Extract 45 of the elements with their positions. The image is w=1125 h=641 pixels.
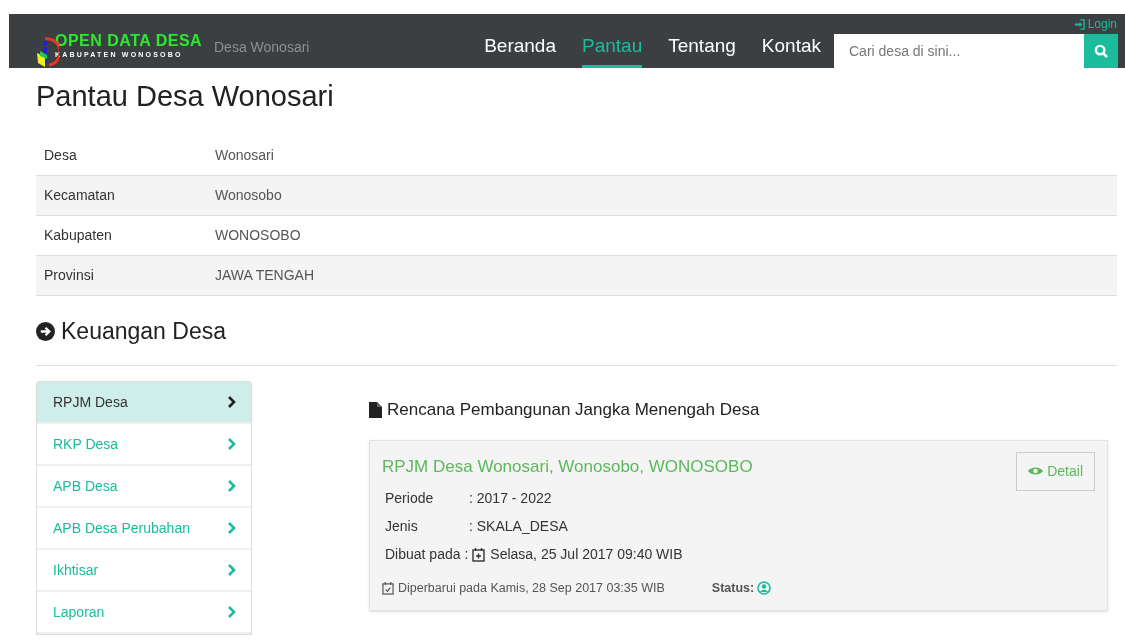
table-cell-text: Wonosobo: [215, 186, 282, 205]
panel-heading: Rencana Pembangunan Jangka Menengah Desa: [387, 399, 760, 421]
chevron-right-icon: [227, 564, 236, 576]
search-field[interactable]: Cari desa di sini...: [834, 34, 1084, 68]
chevron-right-icon: [227, 396, 236, 408]
field-value: Selasa, 25 Jul 2017 09:40 WIB: [490, 545, 683, 564]
status-label: Status:: [711, 580, 755, 597]
chevron-right-icon: [227, 522, 236, 534]
table-cell-text: WONOSOBO: [215, 226, 301, 245]
updated-text: Diperbarui pada Kamis, 28 Sep 2017 03:35 WIB: [398, 580, 665, 597]
arrow-circle-icon: [36, 321, 55, 341]
table-cell-text: Kabupaten: [43, 226, 113, 245]
breadcrumb-text: Desa Wonosari: [214, 38, 310, 57]
user-circle-icon: [757, 581, 772, 596]
chevron-right-icon: [227, 606, 236, 618]
field-label: Periode: [385, 489, 435, 508]
field-label: Dibuat pada :: [385, 545, 469, 564]
field-value: : 2017 - 2022: [469, 489, 552, 508]
search-icon: [1093, 43, 1109, 59]
field-label: Jenis: [385, 517, 419, 536]
login-icon: [1073, 18, 1085, 30]
table-cell-text: Wonosari: [215, 146, 274, 165]
eye-icon: [1028, 466, 1044, 476]
table-cell-text: Provinsi: [43, 266, 95, 285]
table-cell-text: Kecamatan: [43, 186, 116, 205]
nav-link[interactable]: Beranda: [484, 31, 556, 68]
field-value: : SKALA_DESA: [469, 517, 568, 536]
sidebar-item[interactable]: RPJM Desa: [37, 382, 251, 424]
table-cell-text: JAWA TENGAH: [215, 266, 315, 285]
file-icon: [369, 401, 382, 418]
nav-link[interactable]: Pantau: [582, 31, 643, 68]
detail-button[interactable]: Detail: [1016, 451, 1095, 491]
search-button[interactable]: [1084, 34, 1118, 68]
chevron-right-icon: [227, 480, 236, 492]
calendar-plus-icon: [472, 547, 486, 562]
table-cell-text: Desa: [43, 146, 78, 165]
section-title: Keuangan Desa: [61, 317, 226, 345]
record-title: RPJM Desa Wonosari, Wonosobo, WONOSOBO: [382, 455, 753, 478]
logo-title: OPEN DATA DESA: [55, 31, 203, 50]
nav-link[interactable]: Kontak: [761, 31, 821, 68]
calendar-check-icon: [382, 581, 394, 595]
page-title: Pantau Desa Wonosari: [36, 79, 334, 113]
login-link[interactable]: Login: [1073, 15, 1117, 33]
chevron-right-icon: [227, 438, 236, 450]
nav-link[interactable]: Tentang: [668, 31, 736, 68]
